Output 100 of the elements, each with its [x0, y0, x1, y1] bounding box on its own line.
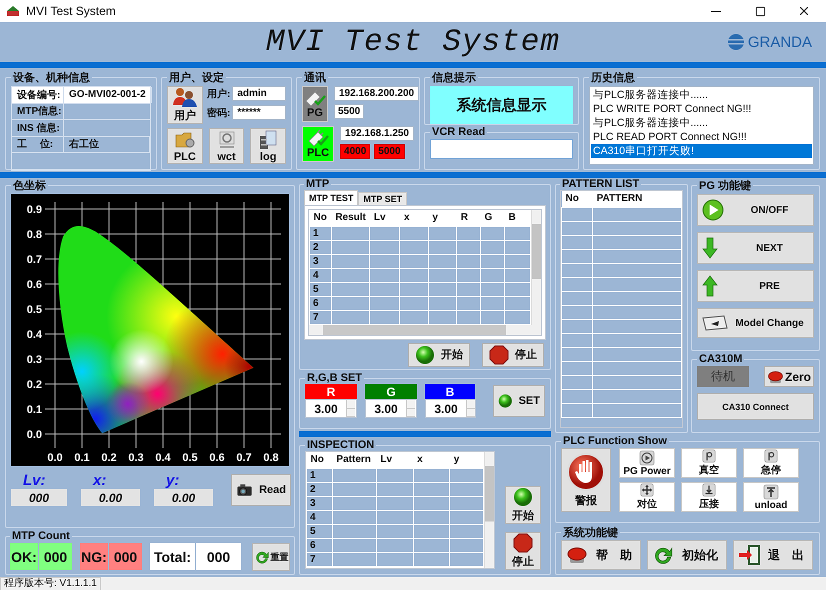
action-button[interactable]: 停止	[505, 532, 541, 570]
section-title: PATTERN LIST	[561, 178, 640, 190]
field-label: 设备编号:	[12, 87, 64, 102]
section-title: 通讯	[303, 70, 327, 85]
app-icon	[6, 5, 20, 17]
history-item[interactable]: CA310串口打开失败!	[591, 144, 812, 158]
section-title: R,G,B SET	[306, 372, 364, 384]
section-title: MTP Count	[11, 530, 71, 542]
user-button[interactable]: 用户	[167, 86, 203, 124]
minimize-icon	[711, 10, 721, 12]
tab[interactable]: MTP SET	[358, 192, 408, 205]
info-row[interactable]: 工 位: 右工位	[12, 136, 150, 153]
axis-tick-label: 0.0	[47, 452, 63, 464]
plc-function-button[interactable]: 压接	[681, 482, 737, 512]
history-item[interactable]: 与PLC服务器连接中......	[591, 116, 812, 130]
row-number: 5	[310, 282, 332, 296]
tool-button[interactable]: wct	[208, 128, 244, 164]
info-row[interactable]: 设备编号: GO-MVI02-001-2	[12, 87, 150, 104]
card-arrow-icon	[702, 314, 728, 332]
pg-key-button[interactable]: NEXT	[697, 232, 814, 264]
app-title: MVI Test System	[266, 24, 560, 60]
column-header: PATTERN	[592, 191, 682, 207]
disc-icon	[216, 130, 236, 150]
system-key-button[interactable]: 初始化	[647, 540, 727, 570]
field-label: MTP信息:	[12, 104, 64, 119]
number-spinner[interactable]: 3.00	[365, 399, 417, 418]
plc-function-button[interactable]: unload	[743, 482, 799, 512]
vertical-scrollbar[interactable]	[531, 210, 541, 324]
logo-icon	[726, 33, 745, 51]
section-title: 系统功能键	[562, 526, 619, 540]
row-number: 1	[306, 468, 332, 482]
move-arrows-icon	[639, 483, 655, 497]
alarm-button[interactable]: 警报	[561, 448, 611, 512]
info-row[interactable]: MTP信息:	[12, 104, 150, 120]
play-circle-icon	[639, 450, 655, 466]
horizontal-scrollbar[interactable]	[309, 324, 541, 334]
action-button[interactable]: 停止	[482, 342, 544, 366]
port-field[interactable]: 5000	[374, 144, 405, 159]
ip-address-field[interactable]: 192.168.200.200	[334, 86, 420, 101]
plc-function-button[interactable]: 真空	[681, 448, 737, 478]
row-number: 4	[306, 510, 332, 524]
count-value: 000	[196, 543, 241, 570]
section-title: INSPECTION	[306, 439, 376, 451]
axis-tick-label: 0.7	[26, 254, 42, 266]
action-button[interactable]: 开始	[408, 342, 470, 366]
vertical-scrollbar[interactable]	[484, 452, 494, 568]
field-label: INS 信息:	[12, 120, 64, 136]
tool-button[interactable]: log	[250, 128, 286, 164]
plc-function-button[interactable]: PG Power	[619, 448, 675, 478]
port-field[interactable]: 4000	[340, 144, 370, 159]
window-title: MVI Test System	[26, 4, 117, 18]
folder-gear-icon	[174, 130, 196, 150]
number-spinner[interactable]: 3.00	[305, 399, 357, 418]
axis-tick-label: 0.6	[26, 279, 42, 291]
section-title: 历史信息	[590, 70, 636, 85]
port-field[interactable]: 5500	[334, 104, 364, 119]
axis-tick-label: 0.4	[155, 452, 171, 464]
vcr-input-field[interactable]	[430, 139, 573, 159]
connection-button[interactable]: PLC	[302, 126, 334, 162]
ip-address-field[interactable]: 192.168.1.250	[340, 126, 414, 141]
message-display: 系统信息显示	[430, 86, 573, 124]
username-field[interactable]: admin	[232, 86, 286, 101]
row-number: 3	[310, 254, 332, 268]
arrow-up-from-line-icon	[763, 484, 779, 500]
history-item[interactable]: PLC READ PORT Connect NG!!!	[591, 130, 812, 144]
section-title: 设备、机种信息	[12, 70, 91, 85]
number-spinner[interactable]: 3.00	[425, 399, 476, 418]
close-icon	[797, 4, 811, 18]
system-key-button[interactable]: 帮 助	[561, 540, 641, 570]
count-value: 000	[109, 543, 142, 570]
count-label: NG:	[80, 543, 108, 570]
pg-key-button[interactable]: PRE	[697, 270, 814, 302]
reset-button[interactable]: 重置	[252, 543, 290, 571]
push-button-icon	[566, 545, 588, 565]
tab[interactable]: MTP TEST	[304, 190, 358, 205]
row-number: 3	[306, 496, 332, 510]
tool-button[interactable]: PLC	[167, 128, 203, 164]
channel-header: G	[365, 384, 417, 399]
info-row[interactable]: INS 信息:	[12, 120, 150, 136]
connection-button[interactable]: PG	[302, 86, 328, 122]
set-button[interactable]: SET	[493, 385, 545, 417]
section-title: 信息提示	[430, 70, 477, 85]
system-key-button[interactable]: 退 出	[733, 540, 813, 570]
zero-button[interactable]: Zero	[764, 366, 814, 387]
plc-function-button[interactable]: 急停	[743, 448, 799, 478]
users-icon	[172, 87, 198, 107]
connect-button[interactable]: CA310 Connect	[697, 393, 814, 420]
stop-hand-icon	[566, 452, 606, 492]
section-title: VCR Read	[431, 126, 486, 138]
read-button[interactable]: Read	[231, 474, 291, 506]
row-number: 7	[306, 552, 332, 566]
history-item[interactable]: 与PLC服务器连接中......	[591, 88, 812, 102]
pg-key-button[interactable]: Model Change	[697, 308, 814, 338]
pg-key-button[interactable]: ON/OFF	[697, 194, 814, 226]
action-button[interactable]: 开始	[505, 486, 541, 524]
password-field[interactable]: ******	[232, 105, 286, 120]
axis-tick-label: 0.8	[26, 229, 42, 241]
history-item[interactable]: PLC WRITE PORT Connect NG!!!	[591, 102, 812, 116]
plc-function-button[interactable]: 对位	[619, 482, 675, 512]
reading-label: x:	[92, 472, 108, 489]
